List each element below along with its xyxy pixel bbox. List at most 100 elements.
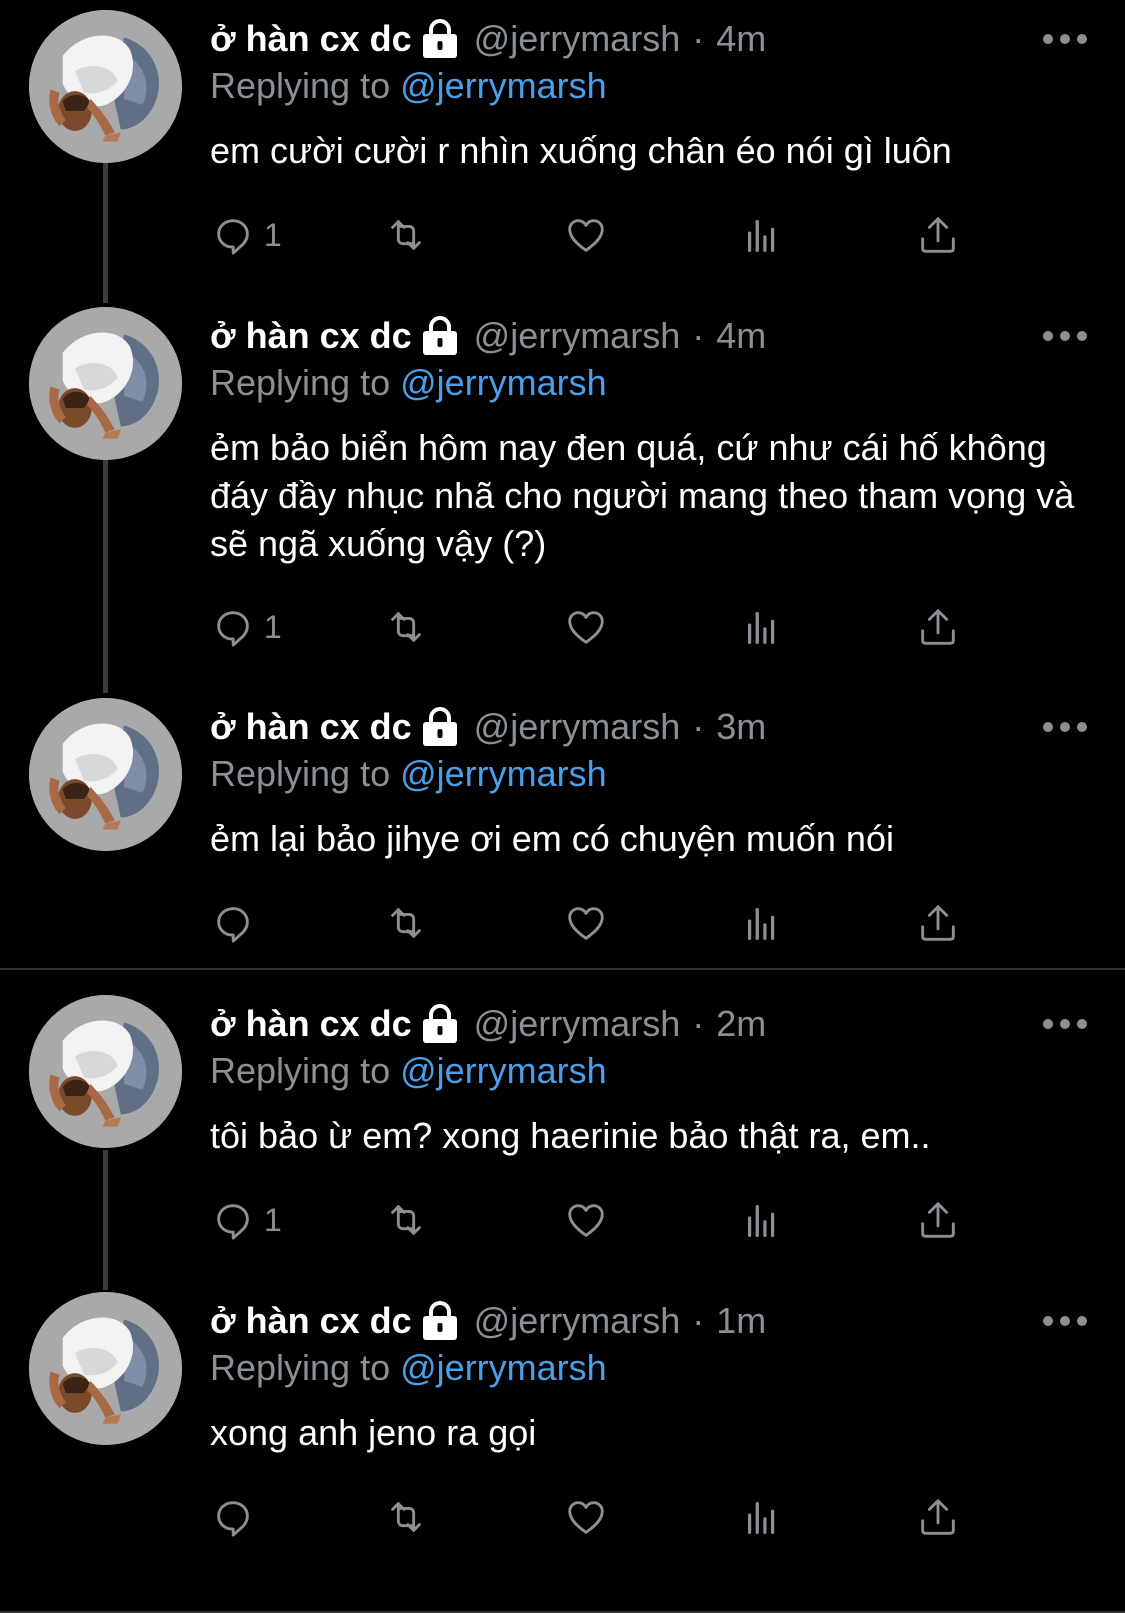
like-button[interactable] [563, 1492, 609, 1542]
replying-to: Replying to @jerrymarsh [210, 65, 607, 107]
retweet-icon [391, 612, 421, 642]
tweet-text: ẻm lại bảo jihye ơi em có chuyện muốn nó… [210, 818, 894, 859]
mention-link[interactable]: @jerrymarsh [400, 1347, 607, 1388]
like-button[interactable] [563, 210, 609, 260]
more-options-icon[interactable] [1043, 32, 1087, 46]
like-button[interactable] [563, 898, 609, 948]
bar-chart-icon [747, 907, 775, 940]
action-bar: 1 [210, 210, 1000, 260]
replying-to: Replying to @jerrymarsh [210, 753, 607, 795]
display-name[interactable]: ở hàn cx dc [210, 18, 412, 60]
speech-bubble-icon [217, 1501, 249, 1537]
timestamp[interactable]: 4m [716, 18, 766, 60]
bar-chart-icon [747, 611, 775, 644]
more-options-icon[interactable] [1043, 720, 1087, 734]
views-button[interactable] [740, 1195, 786, 1245]
mention-link[interactable]: @jerrymarsh [400, 65, 607, 106]
action-bar [210, 1492, 1000, 1542]
more-options-icon[interactable] [1043, 1314, 1087, 1328]
mention-link[interactable]: @jerrymarsh [400, 362, 607, 403]
thread-line [103, 1150, 108, 1290]
retweet-button[interactable] [383, 898, 429, 948]
separator-dot: · [692, 1003, 705, 1044]
retweet-icon [391, 1502, 421, 1532]
share-icon [921, 609, 955, 645]
avatar[interactable] [29, 1292, 182, 1445]
action-bar: 1 [210, 1195, 1000, 1245]
tweet-header: ở hàn cx dc @jerrymarsh · 4m [210, 15, 766, 63]
speech-bubble-icon [217, 611, 249, 647]
tweet-text: em cười cười r nhìn xuống chân éo nói gì… [210, 130, 952, 171]
heart-icon [568, 907, 604, 940]
display-name[interactable]: ở hàn cx dc [210, 1300, 412, 1342]
lock-icon [420, 19, 459, 59]
speech-bubble-icon [217, 219, 249, 255]
retweet-button[interactable] [383, 1492, 429, 1542]
replying-to: Replying to @jerrymarsh [210, 1050, 607, 1092]
more-options-icon[interactable] [1043, 1017, 1087, 1031]
display-name[interactable]: ở hàn cx dc [210, 315, 412, 357]
share-button[interactable] [915, 210, 961, 260]
reply-button[interactable]: 1 [210, 1195, 282, 1245]
share-button[interactable] [915, 898, 961, 948]
like-button[interactable] [563, 1195, 609, 1245]
replying-label: Replying to [210, 65, 391, 106]
heart-icon [568, 1204, 604, 1237]
views-button[interactable] [740, 898, 786, 948]
bar-chart-icon [747, 219, 775, 252]
reply-button[interactable]: 1 [210, 210, 282, 260]
separator-dot: · [692, 706, 705, 747]
separator-dot: · [692, 1300, 705, 1341]
timestamp[interactable]: 2m [716, 1003, 766, 1045]
share-button[interactable] [915, 602, 961, 652]
timestamp[interactable]: 1m [716, 1300, 766, 1342]
user-handle[interactable]: @jerrymarsh [474, 706, 681, 748]
mention-link[interactable]: @jerrymarsh [400, 1050, 607, 1091]
tweet-header: ở hàn cx dc @jerrymarsh · 2m [210, 1000, 766, 1048]
share-button[interactable] [915, 1195, 961, 1245]
retweet-button[interactable] [383, 602, 429, 652]
reply-count: 1 [264, 216, 282, 253]
replying-to: Replying to @jerrymarsh [210, 362, 607, 404]
separator-dot: · [692, 18, 705, 59]
retweet-button[interactable] [383, 210, 429, 260]
views-button[interactable] [740, 602, 786, 652]
heart-icon [568, 1501, 604, 1534]
lock-icon [420, 316, 459, 356]
user-handle[interactable]: @jerrymarsh [474, 1003, 681, 1045]
avatar[interactable] [29, 995, 182, 1148]
bar-chart-icon [747, 1501, 775, 1534]
reply-button[interactable]: 1 [210, 602, 282, 652]
avatar[interactable] [29, 307, 182, 460]
heart-icon [568, 219, 604, 252]
lock-icon [420, 1004, 459, 1044]
timestamp[interactable]: 3m [716, 706, 766, 748]
share-icon [921, 1499, 955, 1535]
avatar[interactable] [29, 10, 182, 163]
thread-line [103, 163, 108, 303]
views-button[interactable] [740, 210, 786, 260]
avatar[interactable] [29, 698, 182, 851]
mention-link[interactable]: @jerrymarsh [400, 753, 607, 794]
display-name[interactable]: ở hàn cx dc [210, 706, 412, 748]
retweet-button[interactable] [383, 1195, 429, 1245]
like-button[interactable] [563, 602, 609, 652]
divider [0, 968, 1125, 970]
replying-to: Replying to @jerrymarsh [210, 1347, 607, 1389]
bar-chart-icon [747, 1204, 775, 1237]
more-options-icon[interactable] [1043, 329, 1087, 343]
share-button[interactable] [915, 1492, 961, 1542]
views-button[interactable] [740, 1492, 786, 1542]
tweet-header: ở hàn cx dc @jerrymarsh · 4m [210, 312, 766, 360]
user-handle[interactable]: @jerrymarsh [474, 1300, 681, 1342]
timestamp[interactable]: 4m [716, 315, 766, 357]
reply-button[interactable] [210, 1492, 264, 1542]
lock-icon [420, 707, 459, 747]
action-bar [210, 898, 1000, 948]
retweet-icon [391, 1205, 421, 1235]
display-name[interactable]: ở hàn cx dc [210, 1003, 412, 1045]
reply-button[interactable] [210, 898, 264, 948]
user-handle[interactable]: @jerrymarsh [474, 18, 681, 60]
action-bar: 1 [210, 602, 1000, 652]
user-handle[interactable]: @jerrymarsh [474, 315, 681, 357]
